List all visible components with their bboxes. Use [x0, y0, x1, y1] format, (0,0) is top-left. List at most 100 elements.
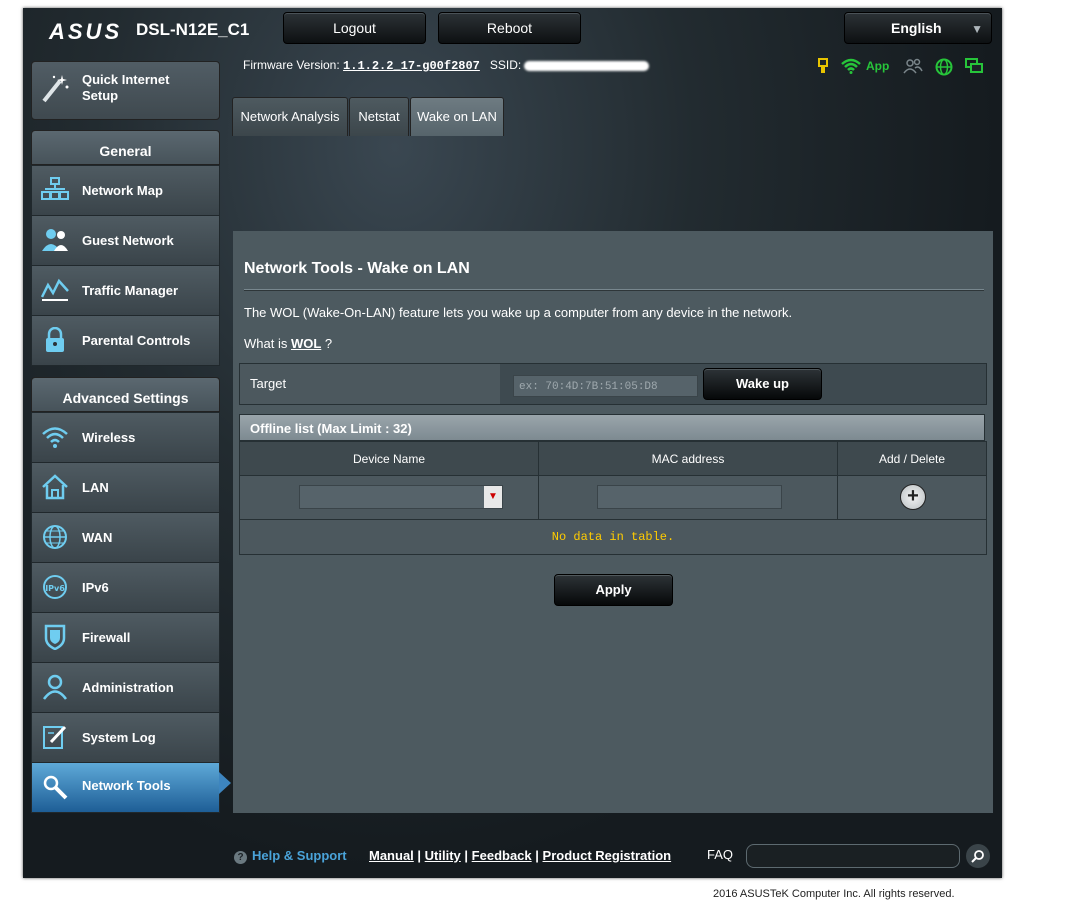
page-title: Network Tools - Wake on LAN — [244, 260, 470, 277]
target-label: Target — [240, 364, 500, 404]
reboot-button[interactable]: Reboot — [438, 12, 581, 44]
logout-button[interactable]: Logout — [283, 12, 426, 44]
content-panel: Network Tools - Wake on LAN The WOL (Wak… — [233, 231, 993, 813]
sidebar-item-label: IPv6 — [82, 580, 109, 595]
sidebar-item-administration[interactable]: Administration — [31, 662, 220, 713]
tab-network-analysis[interactable]: Network Analysis — [232, 97, 348, 136]
no-data-row: No data in table. — [239, 519, 987, 555]
offline-list-header: Offline list (Max Limit : 32) — [239, 414, 985, 441]
apply-button[interactable]: Apply — [554, 574, 673, 606]
sidebar-item-parental-controls[interactable]: Parental Controls — [31, 315, 220, 366]
mac-address-cell — [539, 476, 838, 519]
sidebar-item-wan[interactable]: WAN — [31, 512, 220, 563]
parental-controls-icon — [41, 326, 69, 353]
faq-search-input[interactable] — [746, 844, 960, 868]
svg-text:IPv6: IPv6 — [45, 584, 65, 593]
sidebar-item-label: System Log — [82, 730, 156, 745]
wan-icon — [41, 524, 69, 550]
sidebar-item-label: LAN — [82, 480, 109, 495]
chevron-down-icon: ▼ — [971, 22, 983, 36]
firmware-line: Firmware Version: 1.1.2.2_17-g00f2807 SS… — [243, 58, 650, 73]
device-name-select[interactable]: ▼ — [299, 485, 503, 509]
ipv6-icon: IPv6 — [41, 574, 69, 600]
col-mac-address: MAC address — [539, 442, 838, 476]
guest-network-icon — [41, 227, 69, 253]
system-log-icon — [41, 724, 69, 750]
general-section-header: General — [31, 130, 220, 165]
sidebar-item-wireless[interactable]: Wireless — [31, 412, 220, 463]
wol-description: The WOL (Wake-On-LAN) feature lets you w… — [244, 305, 793, 320]
sidebar-item-label: Wireless — [82, 430, 136, 445]
faq-label: FAQ — [707, 847, 734, 862]
sidebar-item-label: Traffic Manager — [82, 283, 179, 298]
footer-links: Manual | Utility | Feedback | Product Re… — [369, 848, 672, 863]
firmware-label: Firmware Version: — [243, 58, 340, 72]
ssid-value-redacted — [524, 60, 650, 71]
sidebar-item-traffic-manager[interactable]: Traffic Manager — [31, 265, 220, 316]
quick-internet-setup-label: Quick Internet Setup — [82, 72, 170, 103]
sidebar-item-label: Parental Controls — [82, 333, 191, 348]
help-support-label: Help & Support — [252, 848, 347, 863]
search-icon[interactable] — [966, 844, 990, 868]
active-item-pointer — [219, 772, 231, 794]
internet-globe-icon[interactable] — [935, 58, 953, 80]
language-value: English — [891, 20, 942, 36]
sidebar-item-system-log[interactable]: System Log — [31, 712, 220, 763]
sidebar-item-label: Network Tools — [82, 778, 171, 793]
firmware-version-link[interactable]: 1.1.2.2_17-g00f2807 — [343, 59, 480, 73]
model-name: DSL-N12E_C1 — [136, 20, 250, 39]
app-link[interactable]: App — [866, 59, 889, 73]
title-divider — [244, 289, 984, 291]
lan-icon — [41, 474, 69, 500]
display-icon[interactable] — [965, 58, 983, 78]
router-frame: ASUS DSL-N12E_C1 Logout Reboot English ▼… — [23, 8, 1002, 878]
what-is-prefix: What is — [244, 336, 288, 351]
tab-netstat[interactable]: Netstat — [349, 97, 409, 136]
administration-icon — [41, 674, 69, 700]
sidebar-item-label: Administration — [82, 680, 174, 695]
wol-help-link[interactable]: WOL — [291, 336, 321, 351]
offline-list-columns: Device Name MAC address Add / Delete — [239, 441, 987, 477]
sidebar-item-network-tools[interactable]: Network Tools — [31, 762, 220, 813]
sidebar-item-label: Firewall — [82, 630, 131, 645]
mac-address-input[interactable] — [597, 485, 782, 509]
wireless-icon — [41, 424, 69, 450]
copyright: 2016 ASUSTeK Computer Inc. All rights re… — [713, 888, 955, 900]
col-device-name: Device Name — [240, 442, 539, 476]
usb-icon[interactable] — [817, 58, 829, 80]
feedback-link[interactable]: Feedback — [472, 848, 532, 863]
dropdown-arrow-icon: ▼ — [484, 486, 502, 508]
sidebar-item-label: Guest Network — [82, 233, 174, 248]
network-tools-icon — [41, 774, 69, 800]
sidebar-item-network-map[interactable]: Network Map — [31, 165, 220, 216]
manual-link[interactable]: Manual — [369, 848, 414, 863]
utility-link[interactable]: Utility — [425, 848, 461, 863]
clients-icon[interactable] — [903, 58, 923, 78]
add-icon[interactable]: + — [900, 484, 926, 510]
sidebar-item-lan[interactable]: LAN — [31, 462, 220, 513]
magic-wand-icon — [40, 73, 70, 112]
firewall-icon — [41, 624, 69, 651]
what-is-suffix: ? — [324, 336, 333, 351]
sidebar-item-ipv6[interactable]: IPv6 IPv6 — [31, 562, 220, 613]
target-row: Target ex: 70:4D:7B:51:05:D8 Wake up — [239, 363, 987, 405]
help-support[interactable]: ? Help & Support — [234, 848, 347, 864]
quick-internet-setup-button[interactable]: Quick Internet Setup — [31, 61, 220, 120]
wifi-icon[interactable] — [841, 58, 861, 78]
sidebar-item-guest-network[interactable]: Guest Network — [31, 215, 220, 266]
traffic-manager-icon — [40, 277, 69, 303]
advanced-settings-section-header: Advanced Settings — [31, 377, 220, 412]
sidebar-item-label: Network Map — [82, 183, 163, 198]
sidebar-item-firewall[interactable]: Firewall — [31, 612, 220, 663]
language-select[interactable]: English ▼ — [844, 12, 992, 44]
device-name-cell: ▼ — [240, 476, 539, 519]
offline-list-input-row: ▼ + — [239, 475, 987, 520]
product-registration-link[interactable]: Product Registration — [543, 848, 672, 863]
ssid-label: SSID: — [489, 58, 522, 72]
wake-up-button[interactable]: Wake up — [703, 368, 822, 400]
add-delete-cell: + — [838, 476, 986, 519]
asus-logo: ASUS — [49, 19, 123, 44]
tab-wake-on-lan[interactable]: Wake on LAN — [410, 97, 504, 136]
sidebar-item-label: WAN — [82, 530, 113, 545]
target-mac-input[interactable]: ex: 70:4D:7B:51:05:D8 — [513, 375, 698, 397]
